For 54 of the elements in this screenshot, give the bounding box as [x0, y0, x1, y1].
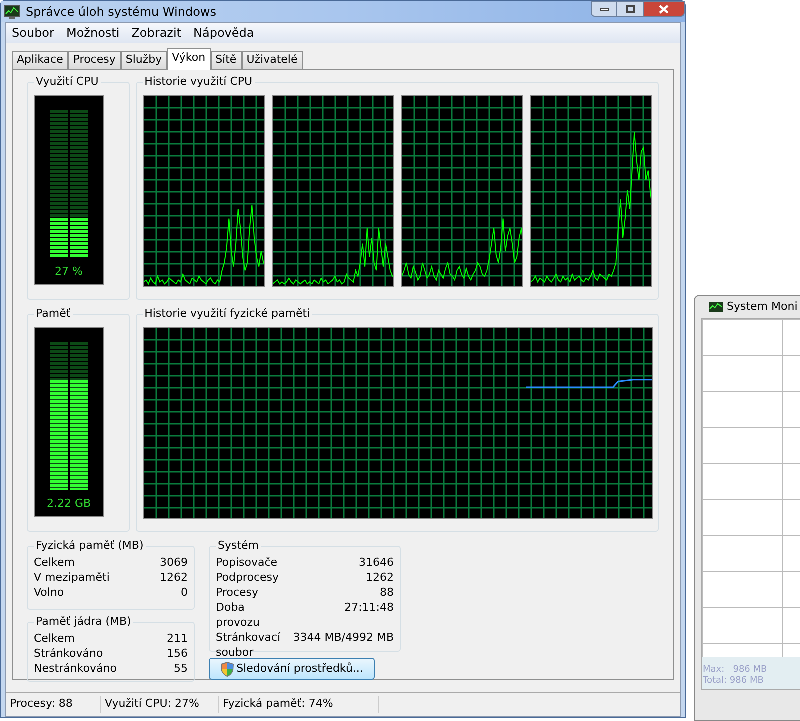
group-title: Historie využití CPU — [142, 75, 255, 89]
stat-value: 3069 — [160, 555, 188, 570]
stat-label: Stránkováno — [34, 646, 104, 661]
stat-label: Celkem — [34, 631, 75, 646]
close-icon — [659, 4, 669, 14]
stat-value: 1262 — [160, 570, 188, 585]
stat-value: 27:11:48 — [344, 600, 394, 615]
stat-value: 3344 MB/4992 MB — [293, 630, 394, 645]
menu-item[interactable]: Možnosti — [66, 24, 120, 42]
stat-label: Volno — [34, 585, 64, 600]
menu-item[interactable]: Zobrazit — [132, 24, 182, 42]
menu-item[interactable]: Soubor — [12, 24, 54, 42]
status-text: Procesy: 88 — [6, 696, 101, 713]
stat-label: Podprocesy — [216, 570, 278, 585]
status-text: Využití CPU: 27% — [101, 696, 219, 713]
resource-monitor-button[interactable]: Sledování prostředků... — [209, 658, 375, 680]
group-title: Historie využití fyzické paměti — [142, 307, 312, 321]
meter-reading: 2.22 GB — [46, 496, 92, 512]
group-title: Paměť jádra (MB) — [34, 615, 134, 629]
group-title: Systém — [216, 539, 262, 553]
tab[interactable]: Sítě — [210, 51, 242, 69]
background-window-title: System Moni — [727, 298, 798, 315]
tab[interactable]: Uživatelé — [242, 51, 303, 69]
stat-label: Doba provozu — [216, 600, 261, 630]
tab[interactable]: Výkon — [167, 48, 211, 70]
stat-label: Celkem — [34, 555, 75, 570]
chart-total-text: Total: 986 MB — [703, 676, 765, 687]
window-title: Správce úloh systému Windows — [26, 4, 218, 20]
stat-value: 1262 — [366, 570, 394, 585]
group-title: Fyzická paměť (MB) — [34, 539, 146, 553]
tab[interactable]: Služby — [120, 51, 168, 69]
meter-reading: 27 % — [55, 264, 83, 280]
stat-label: Procesy — [216, 585, 260, 600]
status-text: Fyzická paměť: 74% — [219, 696, 379, 713]
maximize-button[interactable] — [617, 1, 643, 17]
monitor-icon — [4, 4, 20, 18]
tab[interactable]: Procesy — [68, 51, 121, 69]
group-title: Využití CPU — [34, 75, 101, 89]
stat-value: 156 — [167, 646, 188, 661]
stat-label: Popisovače — [216, 555, 278, 570]
menu-item[interactable]: Nápověda — [194, 24, 254, 42]
stat-value: 88 — [380, 585, 394, 600]
stat-value: 0 — [181, 585, 188, 600]
shield-icon — [220, 662, 234, 676]
stat-label: Nestránkováno — [34, 661, 117, 676]
chart-max-text: Max: 986 MB — [703, 665, 768, 676]
minimize-button[interactable] — [591, 1, 617, 17]
stat-label: V mezipaměti — [34, 570, 110, 585]
tab[interactable]: Aplikace — [12, 51, 68, 69]
monitor-icon — [709, 302, 723, 312]
stat-value: 211 — [167, 631, 188, 646]
close-button[interactable] — [643, 1, 685, 17]
stat-value: 55 — [174, 661, 188, 676]
stat-value: 31646 — [359, 555, 394, 570]
